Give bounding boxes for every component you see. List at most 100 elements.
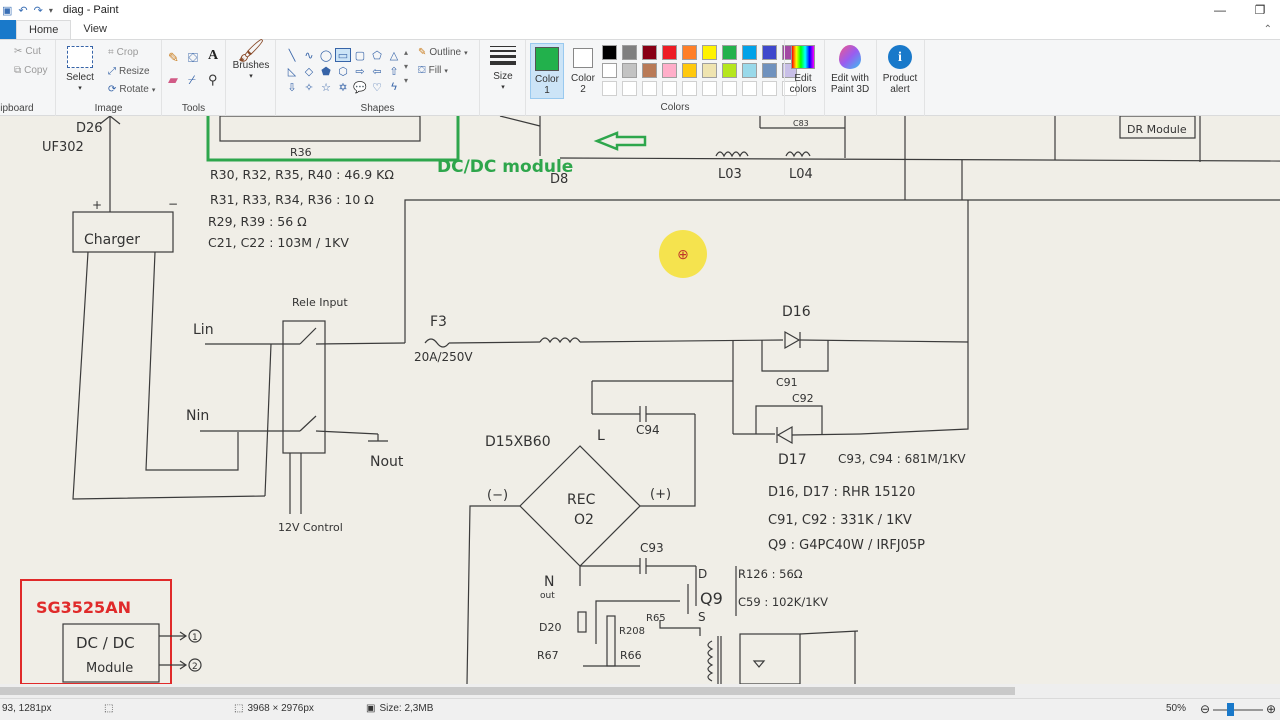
file-tab[interactable] — [0, 20, 16, 39]
palette-swatch[interactable] — [762, 63, 777, 78]
palette-swatch[interactable] — [722, 45, 737, 60]
custom-color-slot[interactable] — [682, 81, 697, 96]
fill-dropdown[interactable]: ⛋ Fill ▾ — [418, 65, 448, 76]
note-c91-c92: C91, C92 : 331K / 1KV — [768, 513, 912, 528]
palette-swatch[interactable] — [602, 45, 617, 60]
palette-swatch[interactable] — [622, 45, 637, 60]
palette-swatch[interactable] — [662, 45, 677, 60]
triangle-shape-icon[interactable]: △ — [386, 48, 402, 62]
palette-swatch[interactable] — [682, 45, 697, 60]
label-dcdc-box-line1: DC / DC — [76, 634, 135, 652]
fill-bucket-icon[interactable]: ⛋ — [188, 50, 198, 66]
text-icon[interactable]: A — [208, 48, 218, 64]
select-button[interactable]: Select ▾ — [64, 46, 96, 94]
lightning-shape-icon[interactable]: ϟ — [386, 80, 402, 94]
edit-with-paint3d-button[interactable]: Edit with Paint 3D — [828, 45, 872, 95]
right-triangle-shape-icon[interactable]: ◺ — [284, 64, 300, 78]
custom-color-slot[interactable] — [702, 81, 717, 96]
magnifier-icon[interactable]: ⚲ — [208, 72, 218, 88]
polygon-shape-icon[interactable]: ⬠ — [369, 48, 385, 62]
minimize-button[interactable]: — — [1200, 0, 1240, 20]
palette-swatch[interactable] — [702, 45, 717, 60]
save-icon[interactable]: ▣ — [2, 4, 12, 17]
right-arrow-shape-icon[interactable]: ⇨ — [352, 64, 368, 78]
color-picker-icon[interactable]: ⌿ — [188, 72, 196, 88]
palette-swatch[interactable] — [762, 45, 777, 60]
five-point-star-shape-icon[interactable]: ☆ — [318, 80, 334, 94]
fill-label: Fill — [428, 65, 442, 76]
custom-color-slot[interactable] — [722, 81, 737, 96]
cut-button[interactable]: ✂ Cut — [14, 46, 41, 57]
custom-color-slot[interactable] — [642, 81, 657, 96]
palette-swatch[interactable] — [662, 63, 677, 78]
drawing-canvas[interactable]: D26 UF302 R36 DC/DC module D8 L03 L04 C8… — [0, 116, 1280, 684]
hexagon-shape-icon[interactable]: ⬡ — [335, 64, 351, 78]
zoom-in-button[interactable]: ⊕ — [1266, 702, 1276, 716]
palette-swatch[interactable] — [602, 63, 617, 78]
color1-label: Color — [535, 74, 559, 85]
palette-swatch[interactable] — [642, 63, 657, 78]
rounded-rectangle-shape-icon[interactable]: ▢ — [352, 48, 368, 62]
product-alert-button[interactable]: i Product alert — [880, 45, 920, 95]
shapes-scroll-down-icon[interactable]: ▾ — [404, 62, 408, 71]
customize-quick-access-icon[interactable]: ▾ — [49, 6, 53, 15]
four-point-star-shape-icon[interactable]: ✧ — [301, 80, 317, 94]
palette-swatch[interactable] — [702, 63, 717, 78]
palette-swatch[interactable] — [722, 63, 737, 78]
brushes-button[interactable]: 🖌 Brushes ▾ — [232, 40, 270, 82]
zoom-out-button[interactable]: ⊖ — [1200, 702, 1210, 716]
left-arrow-shape-icon[interactable]: ⇦ — [369, 64, 385, 78]
palette-swatch[interactable] — [742, 45, 757, 60]
main-inductor — [539, 337, 581, 344]
resize-button[interactable]: ⤢ Resize — [108, 66, 150, 77]
heart-shape-icon[interactable]: ♡ — [369, 80, 385, 94]
pencil-icon[interactable]: ✎ — [168, 50, 179, 66]
shapes-more-icon[interactable]: ▾ — [404, 76, 408, 85]
custom-color-slot[interactable] — [762, 81, 777, 96]
colors-group-label: Colors — [660, 102, 690, 113]
restore-button[interactable]: ❐ — [1240, 0, 1280, 20]
schematic-photo: D26 UF302 R36 DC/DC module D8 L03 L04 C8… — [20, 116, 1280, 684]
rotate-button[interactable]: ⟳ Rotate ▾ — [108, 84, 155, 95]
custom-color-slot[interactable] — [662, 81, 677, 96]
curve-shape-icon[interactable]: ∿ — [301, 48, 317, 62]
shapes-scroll-up-icon[interactable]: ▴ — [404, 48, 408, 57]
color1-button[interactable]: Color 1 — [530, 43, 564, 99]
tab-home[interactable]: Home — [16, 20, 72, 39]
oval-shape-icon[interactable]: ◯ — [318, 48, 334, 62]
inductor-l04 — [785, 151, 811, 158]
palette-swatch[interactable] — [622, 63, 637, 78]
tab-view[interactable]: View — [71, 20, 119, 39]
six-point-star-shape-icon[interactable]: ✡ — [335, 80, 351, 94]
custom-color-slot[interactable] — [742, 81, 757, 96]
palette-swatch[interactable] — [682, 63, 697, 78]
zoom-slider[interactable] — [1213, 709, 1263, 711]
down-arrow-shape-icon[interactable]: ⇩ — [284, 80, 300, 94]
help-chevron-icon[interactable]: ⌃ — [1264, 24, 1272, 35]
outline-dropdown[interactable]: ✎ Outline ▾ — [418, 47, 468, 58]
custom-color-slot[interactable] — [622, 81, 637, 96]
copy-button[interactable]: ⧉ Copy — [14, 65, 48, 76]
edit-colors-button[interactable]: Edit colors — [786, 45, 820, 95]
diamond-shape-icon[interactable]: ◇ — [301, 64, 317, 78]
undo-icon[interactable]: ↶ — [18, 4, 27, 17]
rectangle-shape-icon[interactable]: ▭ — [335, 48, 351, 62]
custom-color-slot[interactable] — [602, 81, 617, 96]
redo-icon[interactable]: ↷ — [34, 4, 43, 17]
color2-number: 2 — [580, 84, 586, 95]
label-nout-n: N — [544, 574, 554, 590]
c91-loop — [761, 340, 829, 372]
zoom-slider-thumb[interactable] — [1227, 703, 1234, 716]
palette-swatch[interactable] — [642, 45, 657, 60]
horizontal-scrollbar-thumb[interactable] — [0, 687, 1015, 695]
callout-shape-icon[interactable]: 💬 — [352, 80, 368, 94]
color2-button[interactable]: Color 2 — [566, 46, 600, 95]
eraser-icon[interactable]: ▰ — [168, 72, 178, 88]
up-arrow-shape-icon[interactable]: ⇧ — [386, 64, 402, 78]
line-shape-icon[interactable]: ╲ — [284, 48, 300, 62]
palette-swatch[interactable] — [742, 63, 757, 78]
crop-button[interactable]: ⌗ Crop — [108, 47, 138, 58]
horizontal-scrollbar[interactable] — [0, 684, 1280, 698]
size-button[interactable]: Size ▾ — [488, 46, 518, 93]
pentagon-shape-icon[interactable]: ⬟ — [318, 64, 334, 78]
